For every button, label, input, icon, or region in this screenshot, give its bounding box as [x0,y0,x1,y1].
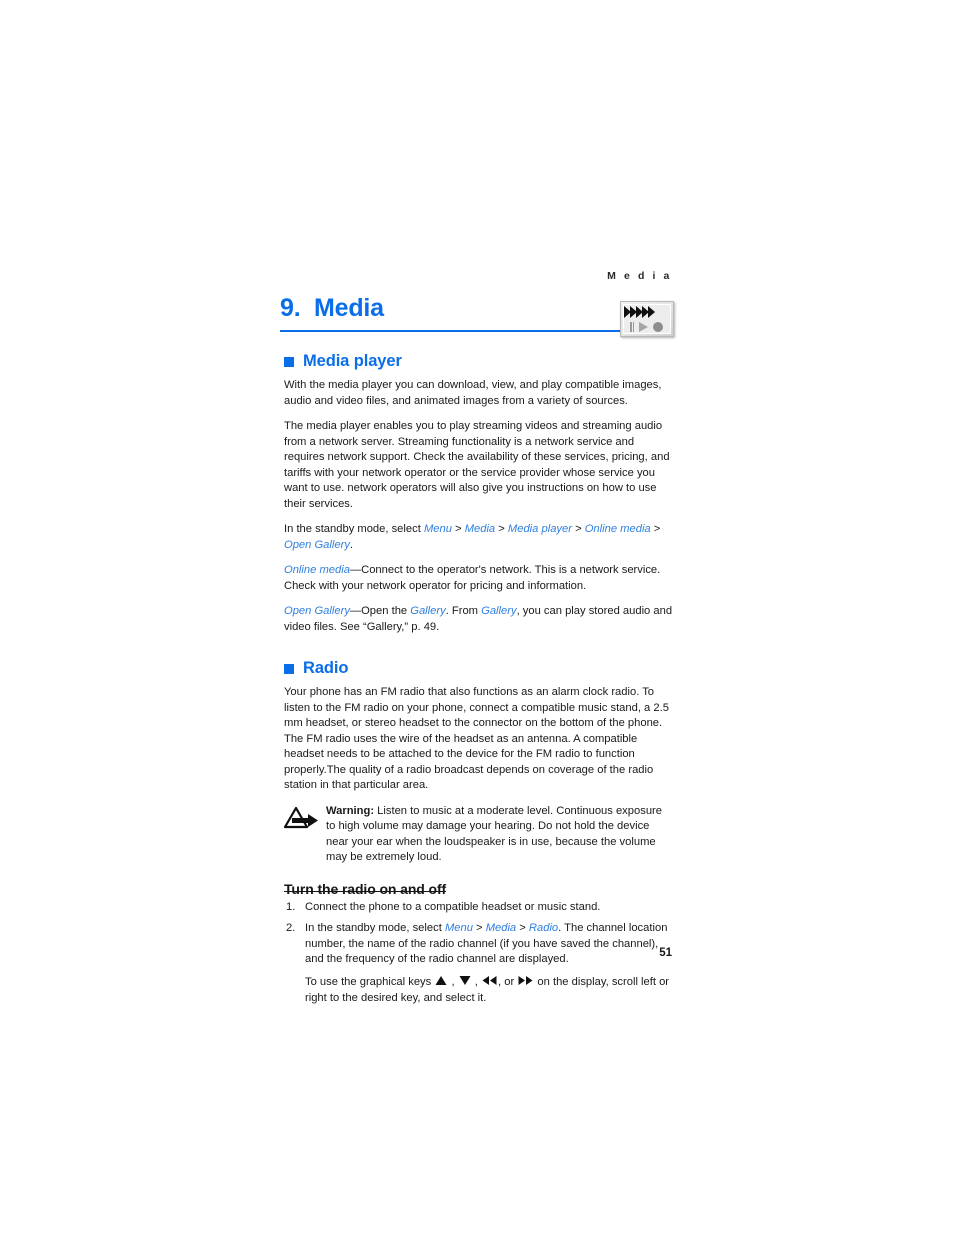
menu-path-item-open-gallery: Open Gallery [284,538,350,551]
chapter-number: 9. [280,294,301,322]
term-open-gallery: Open Gallery [284,605,350,617]
media-clapper-icon [620,301,676,339]
chevron-icon [648,305,655,318]
menu-path-item-menu: Menu [423,523,452,535]
key-separator-1: , [448,975,458,988]
chapter-rule [280,330,620,332]
path-separator: > [571,523,585,535]
menu-path-item-radio: Radio [528,922,559,934]
open-gallery-description: Open Gallery—Open the Gallery. From Gall… [284,604,674,635]
media-player-menu-path: In the standby mode, select Menu > Media… [284,522,674,553]
link-gallery-2: Gallery [481,605,517,617]
warning-body: Listen to music at a moderate level. Con… [326,804,662,864]
chapter-header: 9. Media [280,294,676,342]
step-prefix: In the standby mode, select [305,922,445,934]
section-heading-radio: Radio [284,659,674,678]
menu-path-item-media: Media [464,523,496,535]
menu-path-item-media: Media [485,922,517,934]
path-separator: > [516,922,529,934]
path-end: . [349,538,354,551]
graphical-keys-note: To use the graphical keys , , , or on th… [305,975,674,1007]
path-separator: > [472,922,486,934]
list-item: 1. Connect the phone to a compatible head… [284,900,674,916]
up-triangle-key-icon [435,975,447,992]
path-separator: > [495,523,508,535]
step-number: 2. [286,922,296,934]
warning-callout: Warning: Listen to music at a moderate l… [283,804,674,866]
chapter-title: 9. Media [280,294,384,323]
list-item: 2. In the standby mode, select Menu > Med… [284,921,674,1007]
path-separator: > [650,523,661,535]
term-online-media: Online media [284,564,350,576]
section-heading-media-player: Media player [284,352,674,371]
warning-triangle-arrow-icon [283,806,320,832]
square-bullet-icon [284,663,294,674]
subheading-wrap: Turn the radio on and off [284,872,674,900]
play-icon [639,322,648,332]
menu-path-item-media-player: Media player [507,523,572,535]
rewind-key-icon [482,975,497,992]
media-player-paragraph-2: The media player enables you to play str… [284,420,670,510]
section-heading-text: Media player [303,352,402,370]
pause-icon [628,322,634,332]
menu-path-item-menu: Menu [444,922,473,934]
link-gallery-1: Gallery [410,605,446,617]
icon-chevron-strip [624,305,670,318]
step-text: Connect the phone to a compatible headse… [305,900,601,913]
key-separator-2: , [471,975,482,988]
warning-text: Warning: Listen to music at a moderate l… [326,804,674,866]
warning-label: Warning: [326,804,375,817]
square-bullet-icon [284,356,294,367]
media-player-paragraph-1: With the media player you can download, … [284,379,662,407]
path-intro: In the standby mode, select [284,523,424,535]
section-heading-text: Radio [303,659,349,677]
online-media-description: Online media—Connect to the operator's n… [284,563,674,594]
page-content: Media player With the media player you c… [283,352,674,1013]
record-icon [653,322,663,332]
open-gallery-desc-b: . From [445,605,482,617]
chapter-title-text: Media [314,294,384,322]
path-separator: > [451,523,465,535]
menu-path-item-online-media: Online media [584,523,651,535]
running-header: M e d i a [607,270,672,282]
substep-prefix: To use the graphical keys [305,975,435,988]
fast-forward-key-icon [518,975,533,992]
open-gallery-desc-a: —Open the [349,605,411,617]
down-triangle-key-icon [459,975,471,992]
key-separator-3: , or [498,975,518,988]
page-number: 51 [659,947,672,959]
icon-controls [628,321,668,333]
document-page: M e d i a 9. Media Media player With the… [0,0,954,1235]
radio-paragraph-1: Your phone has an FM radio that also fun… [284,686,669,791]
subheading-turn-radio-on-off: Turn the radio on and off [284,880,447,897]
step-number: 1. [286,900,296,913]
